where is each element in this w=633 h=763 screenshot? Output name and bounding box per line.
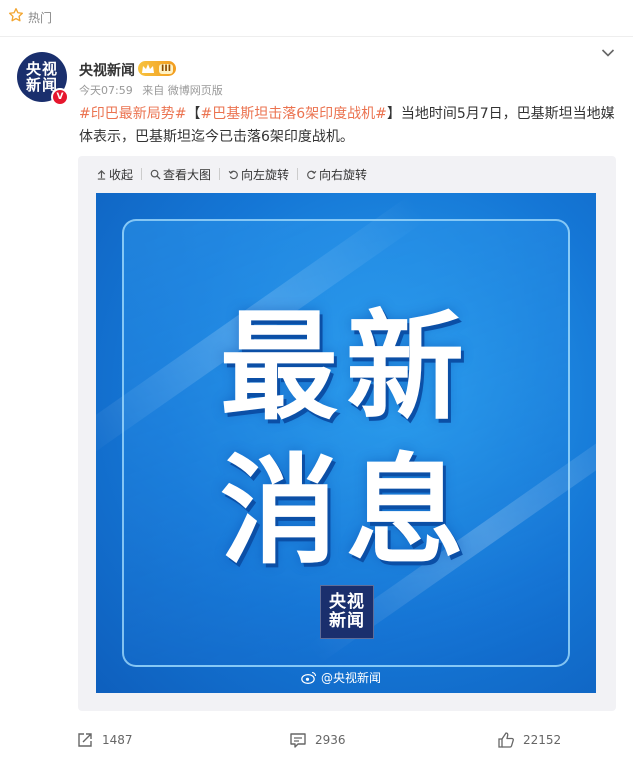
- level-text: III: [159, 63, 174, 74]
- hashtag-link[interactable]: #印巴最新局势#: [79, 106, 186, 122]
- cctv-news-logo: 央视 新闻: [320, 585, 374, 639]
- post-text: #印巴最新局势#【#巴基斯坦击落6架印度战机#】当地时间5月7日，巴基斯坦当地媒…: [79, 103, 619, 149]
- toolbar-divider: [297, 168, 299, 180]
- toolbar-divider: [219, 168, 221, 180]
- collapse-label: 收起: [109, 167, 134, 182]
- logo-text-top: 央视: [329, 592, 365, 612]
- watermark-text: @央视新闻: [321, 671, 382, 685]
- star-outline-icon: [9, 7, 23, 22]
- comment-count: 2936: [315, 733, 346, 747]
- repost-count: 1487: [102, 733, 133, 747]
- hot-label: 热门: [28, 11, 53, 25]
- magnifier-icon: [150, 169, 161, 180]
- hashtag-link[interactable]: #巴基斯坦击落6架印度战机#: [200, 106, 386, 122]
- rotate-right-icon: [307, 170, 317, 179]
- like-count: 22152: [523, 733, 562, 747]
- logo-text-bottom: 新闻: [329, 611, 365, 631]
- toolbar-divider: [141, 168, 143, 180]
- share-icon: [78, 733, 92, 747]
- weibo-icon: [301, 671, 317, 684]
- rotate-left-label: 向左旋转: [241, 167, 290, 182]
- comment-button[interactable]: 2936: [289, 731, 346, 749]
- like-button[interactable]: 22152: [497, 731, 561, 749]
- crown-icon: [142, 63, 154, 73]
- view-large-label: 查看大图: [163, 167, 212, 182]
- headline-line2: 消息: [219, 442, 472, 580]
- post-actions: 1487 2936 22152: [0, 722, 633, 762]
- post-source: 来自 微博网页版: [142, 84, 223, 97]
- verified-badge: V: [51, 88, 69, 106]
- bracket-close: 】: [386, 106, 401, 122]
- author-name[interactable]: 央视新闻: [79, 60, 135, 80]
- thumbs-up-icon: [498, 732, 514, 748]
- rotate-left-button[interactable]: 向左旋转: [228, 166, 289, 183]
- view-large-button[interactable]: 查看大图: [150, 166, 211, 183]
- rotate-right-button[interactable]: 向右旋转: [306, 166, 367, 183]
- avatar-text-top: 央视: [25, 60, 58, 78]
- post-time[interactable]: 今天07:59: [79, 84, 133, 97]
- comment-icon: [290, 733, 306, 748]
- rotate-right-label: 向右旋转: [319, 167, 368, 182]
- arrow-up-icon: [97, 169, 106, 180]
- collapse-button[interactable]: 收起: [96, 166, 133, 183]
- image-watermark: @央视新闻: [301, 669, 381, 686]
- media-panel: 收起 查看大图 向左旋转 向右旋转 最新 消息 央视 新闻 @央视新闻: [78, 156, 616, 711]
- hot-section-header: 热门: [0, 0, 633, 37]
- post-meta: 今天07:59 来自 微博网页版: [79, 82, 223, 98]
- rotate-left-icon: [228, 170, 238, 179]
- member-level-badge[interactable]: III: [138, 61, 176, 76]
- repost-button[interactable]: 1487: [76, 731, 133, 749]
- image-toolbar: 收起 查看大图 向左旋转 向右旋转: [96, 164, 367, 184]
- chevron-down-icon[interactable]: [601, 48, 615, 58]
- bracket-open: 【: [186, 106, 201, 122]
- news-image[interactable]: 最新 消息 央视 新闻 @央视新闻: [96, 193, 596, 693]
